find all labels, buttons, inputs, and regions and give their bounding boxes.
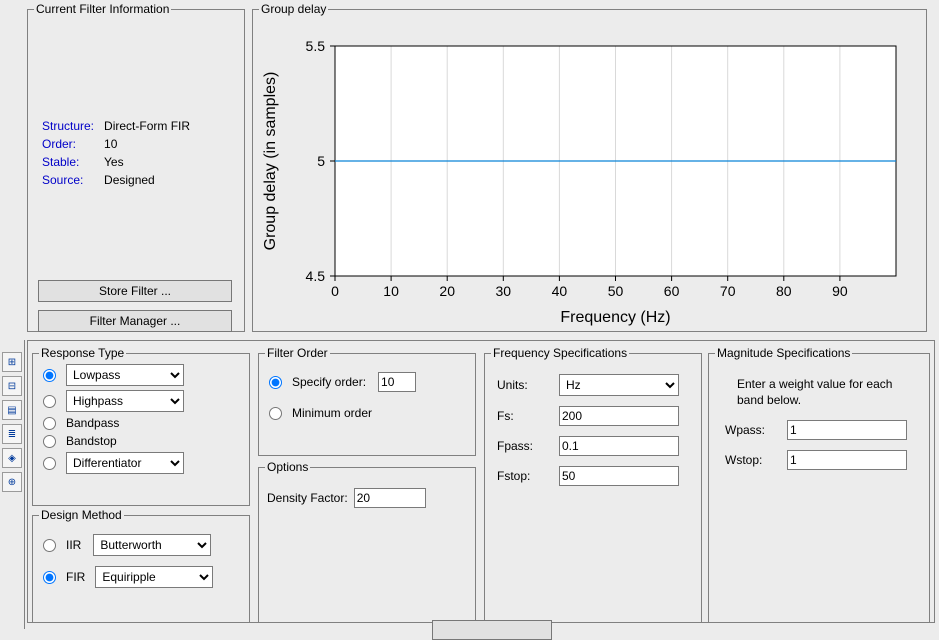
iir-label: IIR [66,538,81,552]
iir-radio[interactable] [43,539,56,552]
svg-text:50: 50 [608,283,624,299]
lowpass-select[interactable]: Lowpass [66,364,184,386]
order-label: Order: [38,136,98,152]
svg-text:0: 0 [331,283,339,299]
filter-info-table: Structure: Direct-Form FIR Order: 10 Sta… [36,116,196,190]
svg-text:Group delay (in samples): Group delay (in samples) [262,72,279,251]
current-filter-info-group: Current Filter Information Structure: Di… [27,2,245,332]
group-delay-legend: Group delay [259,2,328,16]
wpass-label: Wpass: [725,423,783,437]
frequency-spec-group: Frequency Specifications Units: Hz Fs: F… [484,346,702,623]
specify-order-input[interactable] [378,372,416,392]
tool-icon-6[interactable]: ⊕ [2,472,22,492]
bandpass-label: Bandpass [66,416,119,430]
group-delay-svg: 0 10 20 30 40 50 60 70 80 90 4.5 5 5.5 Frequency (Hz)… [253,16,926,336]
fs-label: Fs: [497,409,555,423]
svg-text:30: 30 [496,283,512,299]
svg-text:10: 10 [383,283,399,299]
wstop-input[interactable] [787,450,907,470]
store-filter-button[interactable]: Store Filter ... [38,280,232,302]
specify-order-radio[interactable] [269,376,282,389]
differentiator-select[interactable]: Differentiator [66,452,184,474]
stable-label: Stable: [38,154,98,170]
filter-order-group: Filter Order Specify order: Minimum orde… [258,346,476,456]
lowpass-radio[interactable] [43,369,56,382]
design-filter-button[interactable] [432,620,552,640]
fstop-label: Fstop: [497,469,555,483]
fstop-input[interactable] [559,466,679,486]
source-label: Source: [38,172,98,188]
svg-text:40: 40 [552,283,568,299]
tool-icon-5[interactable]: ◈ [2,448,22,468]
source-value: Designed [100,172,194,188]
magnitude-hint: Enter a weight value for each band below… [737,376,913,408]
minimum-order-label: Minimum order [292,406,372,420]
svg-text:20: 20 [439,283,455,299]
svg-text:4.5: 4.5 [306,268,326,284]
filter-order-legend: Filter Order [265,346,330,360]
wstop-label: Wstop: [725,453,783,467]
differentiator-radio[interactable] [43,457,56,470]
bandstop-label: Bandstop [66,434,117,448]
options-legend: Options [265,460,310,474]
group-delay-chart: 0 10 20 30 40 50 60 70 80 90 4.5 5 5.5 Frequency (Hz)… [253,16,926,331]
frequency-spec-legend: Frequency Specifications [491,346,629,360]
wpass-input[interactable] [787,420,907,440]
svg-text:Frequency (Hz): Frequency (Hz) [560,309,670,326]
svg-text:80: 80 [776,283,792,299]
highpass-select[interactable]: Highpass [66,390,184,412]
svg-text:70: 70 [720,283,736,299]
design-method-legend: Design Method [39,508,124,522]
tool-icon-1[interactable]: ⊞ [2,352,22,372]
group-delay-group: Group delay 0 10 20 30 40 50 60 70 80 90 4.5 5 5.5 Fr… [252,2,927,332]
highpass-radio[interactable] [43,395,56,408]
tool-icon-3[interactable]: ▤ [2,400,22,420]
order-value: 10 [100,136,194,152]
fir-radio[interactable] [43,571,56,584]
fir-label: FIR [66,570,85,584]
fir-select[interactable]: Equiripple [95,566,213,588]
svg-text:5: 5 [317,153,325,169]
design-method-group: Design Method IIR Butterworth FIR Equiri… [32,508,250,623]
density-factor-input[interactable] [354,488,426,508]
fs-input[interactable] [559,406,679,426]
response-type-group: Response Type Lowpass Highpass Bandpass … [32,346,250,506]
fpass-input[interactable] [559,436,679,456]
units-label: Units: [497,378,555,392]
units-select[interactable]: Hz [559,374,679,396]
iir-select[interactable]: Butterworth [93,534,211,556]
stable-value: Yes [100,154,194,170]
specify-order-label: Specify order: [292,375,366,389]
current-filter-info-legend: Current Filter Information [34,2,171,16]
tool-icon-2[interactable]: ⊟ [2,376,22,396]
left-toolbar: ⊞ ⊟ ▤ ≣ ◈ ⊕ [0,340,25,629]
svg-text:90: 90 [832,283,848,299]
magnitude-spec-legend: Magnitude Specifications [715,346,852,360]
bandstop-radio[interactable] [43,435,56,448]
structure-value: Direct-Form FIR [100,118,194,134]
filter-manager-button[interactable]: Filter Manager ... [38,310,232,332]
response-type-legend: Response Type [39,346,126,360]
options-group: Options Density Factor: [258,460,476,623]
minimum-order-radio[interactable] [269,407,282,420]
fpass-label: Fpass: [497,439,555,453]
tool-icon-4[interactable]: ≣ [2,424,22,444]
structure-label: Structure: [38,118,98,134]
magnitude-spec-group: Magnitude Specifications Enter a weight … [708,346,930,623]
density-factor-label: Density Factor: [267,491,348,505]
svg-text:60: 60 [664,283,680,299]
bandpass-radio[interactable] [43,417,56,430]
svg-text:5.5: 5.5 [306,38,326,54]
